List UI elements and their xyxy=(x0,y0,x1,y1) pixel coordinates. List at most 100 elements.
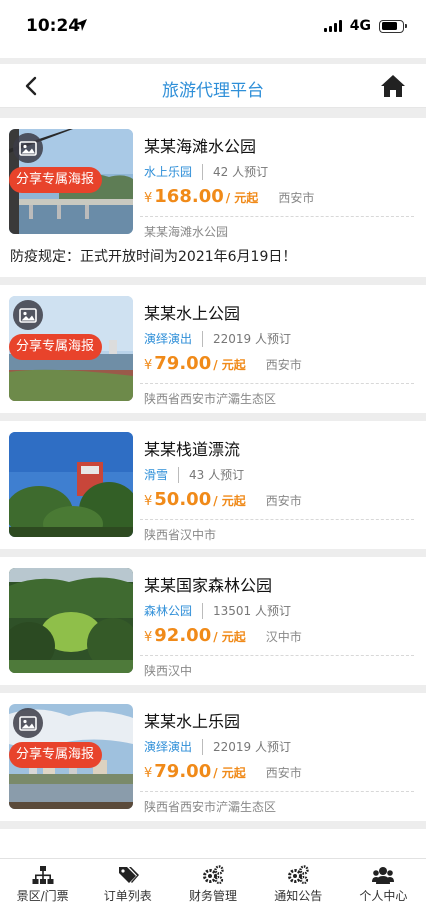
currency-symbol: ¥ xyxy=(144,358,153,373)
booking-count: 43 人预订 xyxy=(189,468,245,482)
price-value: 168.00 xyxy=(154,186,224,207)
booking-count: 42 人预订 xyxy=(213,165,269,179)
city: 西安市 xyxy=(265,494,302,508)
price-row: ¥ 79.00 / 元起 西安市 xyxy=(144,761,302,782)
category-tag: 水上乐园 xyxy=(144,165,193,179)
tab-label: 订单列表 xyxy=(103,889,152,903)
tab-profile[interactable]: 个人中心 xyxy=(341,859,426,907)
dashed-divider xyxy=(140,519,414,520)
price-value: 79.00 xyxy=(154,353,212,374)
category-tag: 演绎演出 xyxy=(144,332,193,346)
price-value: 50.00 xyxy=(154,489,212,510)
dashed-divider xyxy=(140,216,414,217)
signal-icon xyxy=(323,20,342,32)
battery-icon xyxy=(379,19,407,33)
tags-icon xyxy=(118,867,139,883)
tab-order-list[interactable]: 订单列表 xyxy=(85,859,170,907)
tab-scenic-tickets[interactable]: 景区/门票 xyxy=(0,859,85,907)
status-indicators: 4G xyxy=(323,18,407,34)
list-item[interactable] xyxy=(0,829,426,858)
list-item[interactable]: 分享专属海报 某某水上公园 演绎演出 22019 人预订 ¥ 79.00 / 元… xyxy=(0,285,426,413)
tab-label: 财务管理 xyxy=(189,889,238,903)
currency-symbol: ¥ xyxy=(144,630,153,645)
currency-symbol: ¥ xyxy=(144,494,153,509)
divider xyxy=(202,330,204,347)
meta-row: 演绎演出 22019 人预订 xyxy=(144,738,291,755)
image-icon xyxy=(13,133,43,163)
meta-row: 水上乐园 42 人预订 xyxy=(144,163,268,180)
address: 陕西汉中 xyxy=(144,664,193,678)
currency-symbol: ¥ xyxy=(144,191,153,206)
address: 陕西省西安市浐灞生态区 xyxy=(144,800,277,814)
address: 陕西省西安市浐灞生态区 xyxy=(144,392,277,406)
city: 西安市 xyxy=(265,358,302,372)
thumbnail xyxy=(9,568,133,673)
gears-icon xyxy=(288,865,309,885)
thumbnail-image xyxy=(9,432,133,537)
dashed-divider xyxy=(140,655,414,656)
thumbnail xyxy=(9,432,133,537)
status-time: 10:24 xyxy=(26,16,81,36)
city: 西安市 xyxy=(265,766,302,780)
booking-count: 22019 人预订 xyxy=(213,332,292,346)
city: 汉中市 xyxy=(265,630,302,644)
share-poster-button[interactable]: 分享专属海报 xyxy=(9,167,103,193)
list-item[interactable]: 分享专属海报 某某水上乐园 演绎演出 22019 人预订 ¥ 79.00 / 元… xyxy=(0,693,426,821)
sitemap-icon xyxy=(32,866,54,884)
tab-finance[interactable]: 财务管理 xyxy=(170,859,255,907)
address: 某某海滩水公园 xyxy=(144,225,229,239)
tab-label: 景区/门票 xyxy=(16,889,69,903)
location-arrow-icon xyxy=(75,19,87,31)
share-poster-button[interactable]: 分享专属海报 xyxy=(9,334,103,360)
status-bar: 10:24 4G xyxy=(0,0,426,58)
category-tag: 演绎演出 xyxy=(144,740,193,754)
price-unit: / 元起 xyxy=(213,766,246,780)
price-unit: / 元起 xyxy=(213,630,246,644)
list-item[interactable]: 分享专属海报 某某海滩水公园 水上乐园 42 人预订 ¥ 168.00 / 元起… xyxy=(0,118,426,277)
category-tag: 森林公园 xyxy=(144,604,193,618)
nav-bar: 旅游代理平台 xyxy=(0,64,426,108)
card-title: 某某水上乐园 xyxy=(144,712,241,731)
dashed-divider xyxy=(140,791,414,792)
divider xyxy=(178,466,180,483)
tab-label: 通知公告 xyxy=(274,889,323,903)
booking-count: 22019 人预订 xyxy=(213,740,292,754)
divider xyxy=(202,163,204,180)
thumbnail: 分享专属海报 xyxy=(9,129,133,234)
price-value: 79.00 xyxy=(154,761,212,782)
users-icon xyxy=(372,867,395,884)
image-icon xyxy=(13,708,43,738)
currency-symbol: ¥ xyxy=(144,766,153,781)
card-title: 某某栈道漂流 xyxy=(144,440,241,459)
category-tag: 滑雪 xyxy=(144,468,169,482)
price-unit: / 元起 xyxy=(213,494,246,508)
price-row: ¥ 92.00 / 元起 汉中市 xyxy=(144,625,302,646)
card-title: 某某国家森林公园 xyxy=(144,576,273,595)
card-title: 某某水上公园 xyxy=(144,304,241,323)
meta-row: 森林公园 13501 人预订 xyxy=(144,602,291,619)
price-row: ¥ 50.00 / 元起 西安市 xyxy=(144,489,302,510)
price-row: ¥ 168.00 / 元起 西安市 xyxy=(144,186,314,207)
price-value: 92.00 xyxy=(154,625,212,646)
dashed-divider xyxy=(140,383,414,384)
price-unit: / 元起 xyxy=(213,358,246,372)
tab-label: 个人中心 xyxy=(359,889,408,903)
tab-bar: 景区/门票 订单列表 财务管理 通知公告 个人中心 xyxy=(0,858,426,907)
price-unit: / 元起 xyxy=(225,191,259,205)
list-item[interactable]: 某某栈道漂流 滑雪 43 人预订 ¥ 50.00 / 元起 西安市 陕西省汉中市 xyxy=(0,421,426,549)
attraction-list: 分享专属海报 某某海滩水公园 水上乐园 42 人预订 ¥ 168.00 / 元起… xyxy=(0,118,426,858)
gears-icon xyxy=(203,865,224,885)
price-row: ¥ 79.00 / 元起 西安市 xyxy=(144,353,302,374)
meta-row: 滑雪 43 人预订 xyxy=(144,466,244,483)
booking-count: 13501 人预订 xyxy=(213,604,292,618)
thumbnail: 分享专属海报 xyxy=(9,296,133,401)
list-item[interactable]: 某某国家森林公园 森林公园 13501 人预订 ¥ 92.00 / 元起 汉中市… xyxy=(0,557,426,685)
meta-row: 演绎演出 22019 人预订 xyxy=(144,330,291,347)
tab-announcements[interactable]: 通知公告 xyxy=(256,859,341,907)
share-poster-button[interactable]: 分享专属海报 xyxy=(9,742,103,768)
home-icon[interactable] xyxy=(380,74,406,98)
address: 陕西省汉中市 xyxy=(144,528,217,542)
page-title: 旅游代理平台 xyxy=(162,81,264,101)
city: 西安市 xyxy=(278,191,315,205)
thumbnail: 分享专属海报 xyxy=(9,704,133,809)
